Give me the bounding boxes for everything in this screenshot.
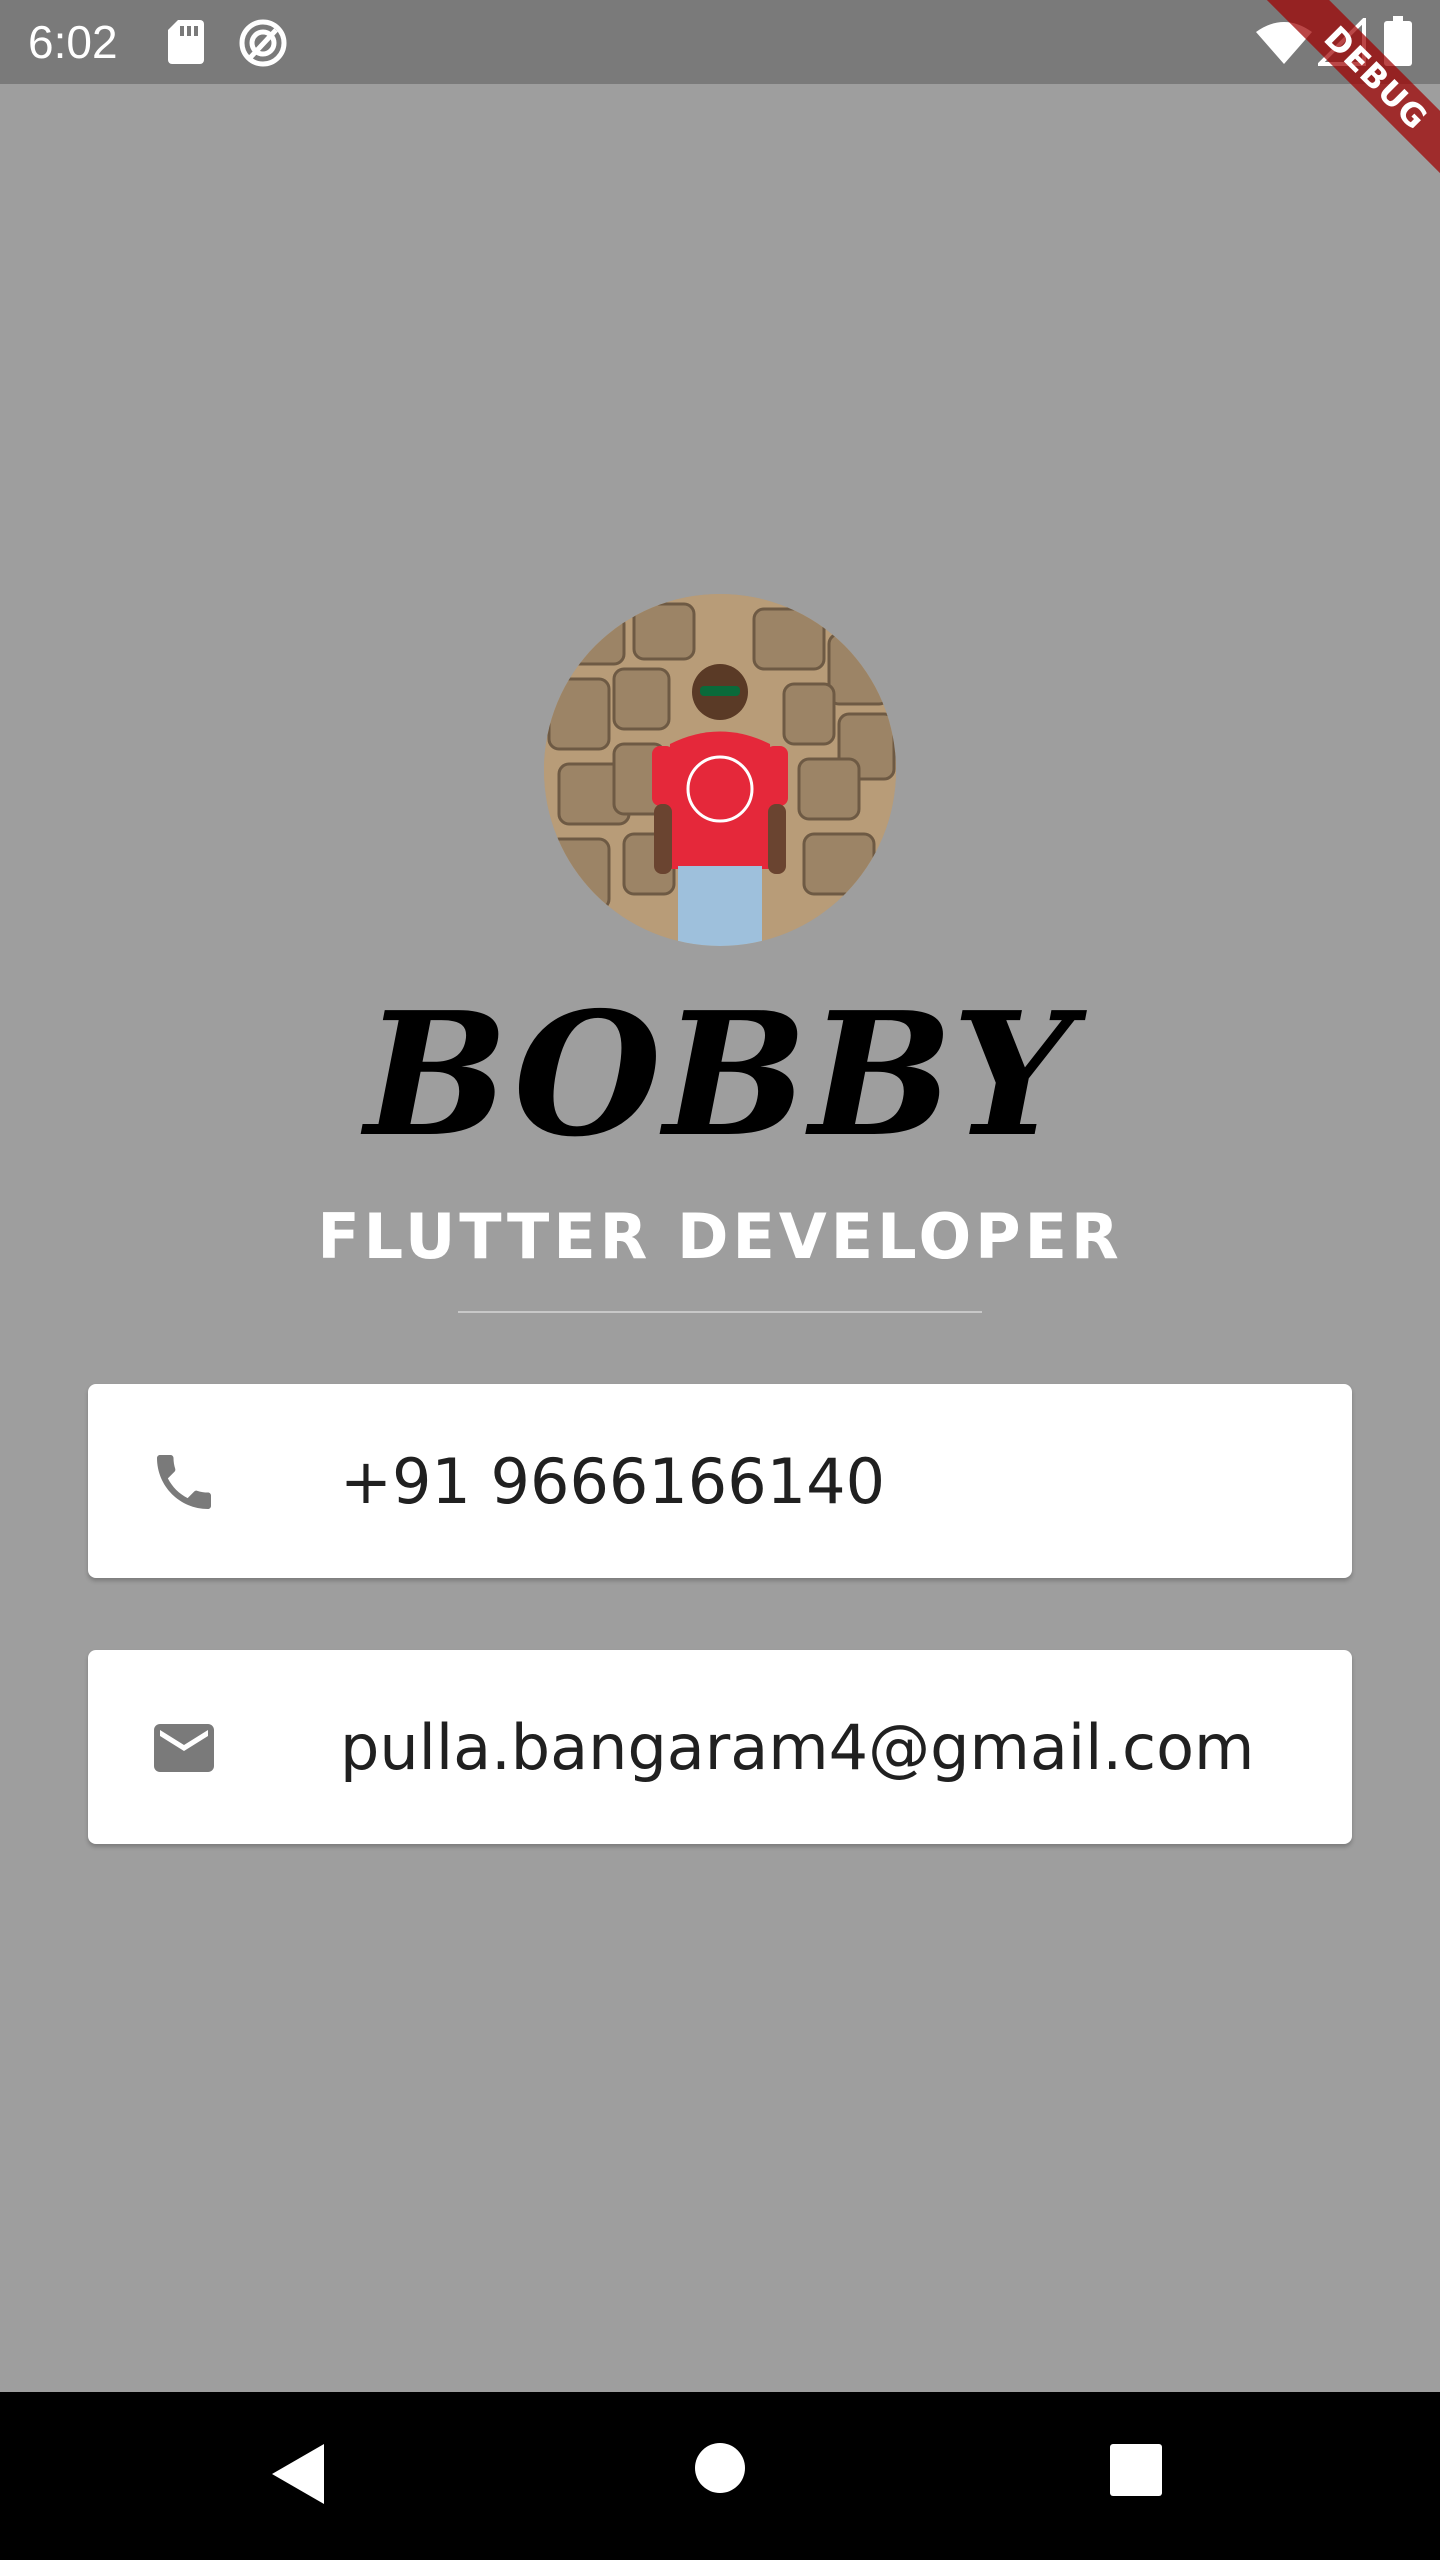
wifi-icon (1256, 22, 1312, 64)
profile-title: FLUTTER DEVELOPER (317, 1200, 1123, 1273)
back-icon[interactable] (270, 2442, 326, 2506)
battery-icon (1384, 16, 1412, 66)
phone-number: +91 9666166140 (340, 1444, 886, 1518)
profile-name: BOBBY (364, 975, 1076, 1175)
sync-icon (239, 19, 287, 67)
phone-card[interactable]: +91 9666166140 (88, 1384, 1352, 1578)
status-time: 6:02 (28, 16, 118, 68)
divider (458, 1311, 982, 1313)
navigation-bar (0, 2392, 1440, 2560)
status-bar: 6:02 (0, 0, 1440, 84)
email-icon (154, 1724, 214, 1772)
email-card[interactable]: pulla.bangaram4@gmail.com (88, 1650, 1352, 1844)
email-address: pulla.bangaram4@gmail.com (340, 1710, 1255, 1784)
home-icon[interactable] (694, 2442, 746, 2494)
cell-signal-icon (1318, 18, 1366, 66)
profile-avatar (544, 594, 896, 946)
sd-card-icon (168, 20, 204, 64)
recents-icon[interactable] (1110, 2444, 1162, 2496)
phone-icon (157, 1455, 211, 1509)
avatar-photo (544, 594, 896, 946)
